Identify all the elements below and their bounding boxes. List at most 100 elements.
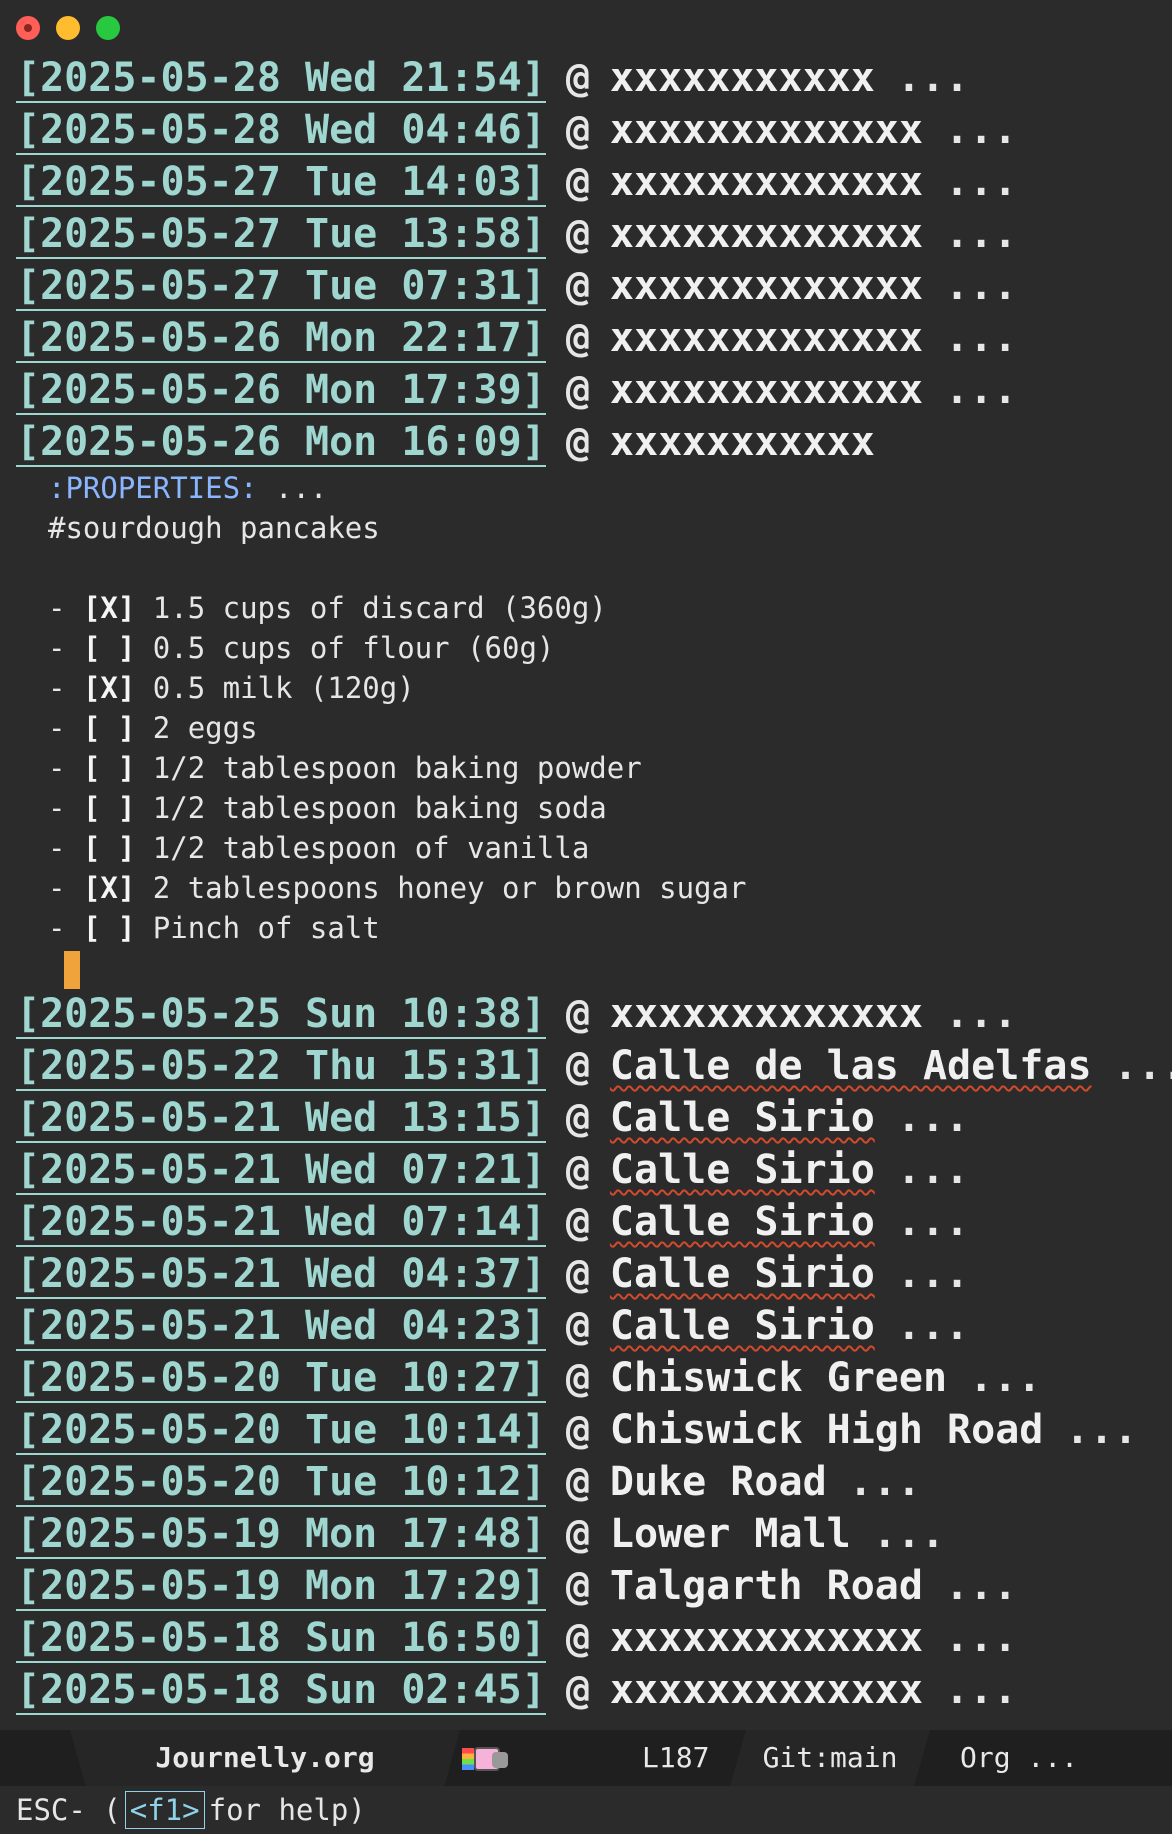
org-heading[interactable]: [2025-05-25 Sun 10:38] @ xxxxxxxxxxxxx... <box>0 988 1172 1040</box>
at-sign: @ <box>565 1563 590 1609</box>
properties-ellipsis[interactable]: ... <box>275 471 327 505</box>
heading-timestamp[interactable]: [2025-05-21 Wed 13:15] <box>16 1095 546 1143</box>
fold-ellipsis[interactable]: ... <box>897 55 969 101</box>
fold-ellipsis[interactable]: ... <box>945 211 1017 257</box>
fold-ellipsis[interactable]: ... <box>969 1355 1041 1401</box>
fold-ellipsis[interactable]: ... <box>945 1615 1017 1661</box>
fold-ellipsis[interactable]: ... <box>897 1251 969 1297</box>
checkbox[interactable]: [ ] <box>83 751 135 785</box>
org-heading[interactable]: [2025-05-28 Wed 21:54] @ xxxxxxxxxxx... <box>0 52 1172 104</box>
org-heading-open[interactable]: [2025-05-26 Mon 16:09] @ xxxxxxxxxxx <box>0 416 1172 468</box>
major-mode[interactable]: Org ... <box>960 1730 1078 1786</box>
org-heading[interactable]: [2025-05-18 Sun 16:50] @ xxxxxxxxxxxxx... <box>0 1612 1172 1664</box>
org-heading[interactable]: [2025-05-21 Wed 07:14] @ Calle Sirio... <box>0 1196 1172 1248</box>
checklist-item[interactable]: - [ ] 0.5 cups of flour (60g) <box>48 628 1172 668</box>
heading-timestamp[interactable]: [2025-05-19 Mon 17:48] <box>16 1511 546 1559</box>
heading-timestamp[interactable]: [2025-05-27 Tue 13:58] <box>16 211 546 259</box>
org-heading[interactable]: [2025-05-21 Wed 04:23] @ Calle Sirio... <box>0 1300 1172 1352</box>
fold-ellipsis[interactable]: ... <box>945 263 1017 309</box>
org-buffer[interactable]: [2025-05-28 Wed 21:54] @ xxxxxxxxxxx... [20… <box>0 52 1172 1730</box>
fold-ellipsis[interactable]: ... <box>1114 1043 1172 1089</box>
org-heading[interactable]: [2025-05-27 Tue 14:03] @ xxxxxxxxxxxxx... <box>0 156 1172 208</box>
org-heading[interactable]: [2025-05-19 Mon 17:48] @ Lower Mall... <box>0 1508 1172 1560</box>
fold-ellipsis[interactable]: ... <box>897 1147 969 1193</box>
org-heading[interactable]: [2025-05-28 Wed 04:46] @ xxxxxxxxxxxxx... <box>0 104 1172 156</box>
heading-timestamp[interactable]: [2025-05-20 Tue 10:27] <box>16 1355 546 1403</box>
fold-ellipsis[interactable]: ... <box>1065 1407 1137 1453</box>
fold-ellipsis[interactable]: ... <box>873 1511 945 1557</box>
fold-ellipsis[interactable]: ... <box>897 1303 969 1349</box>
fold-ellipsis[interactable]: ... <box>945 991 1017 1037</box>
org-heading[interactable]: [2025-05-27 Tue 07:31] @ xxxxxxxxxxxxx... <box>0 260 1172 312</box>
at-sign: @ <box>565 159 590 205</box>
minibuffer[interactable]: ESC- (<f1> for help) <box>0 1786 1172 1834</box>
fold-ellipsis[interactable]: ... <box>897 1095 969 1141</box>
heading-timestamp[interactable]: [2025-05-20 Tue 10:12] <box>16 1459 546 1507</box>
fold-ellipsis[interactable]: ... <box>945 1563 1017 1609</box>
org-heading[interactable]: [2025-05-19 Mon 17:29] @ Talgarth Road... <box>0 1560 1172 1612</box>
fold-ellipsis[interactable]: ... <box>945 367 1017 413</box>
heading-timestamp[interactable]: [2025-05-21 Wed 07:21] <box>16 1147 546 1195</box>
fold-ellipsis[interactable]: ... <box>945 159 1017 205</box>
checkbox[interactable]: [ ] <box>83 711 135 745</box>
checklist-item[interactable]: - [ ] 1/2 tablespoon baking soda <box>48 788 1172 828</box>
org-heading[interactable]: [2025-05-18 Sun 02:45] @ xxxxxxxxxxxxx... <box>0 1664 1172 1716</box>
help-key[interactable]: <f1> <box>124 1791 205 1829</box>
checklist-item[interactable]: - [X] 2 tablespoons honey or brown sugar <box>48 868 1172 908</box>
checklist-item[interactable]: - [ ] 2 eggs <box>48 708 1172 748</box>
fold-ellipsis[interactable]: ... <box>945 107 1017 153</box>
org-heading[interactable]: [2025-05-20 Tue 10:12] @ Duke Road... <box>0 1456 1172 1508</box>
checklist-item[interactable]: - [X] 0.5 milk (120g) <box>48 668 1172 708</box>
heading-timestamp[interactable]: [2025-05-28 Wed 04:46] <box>16 107 546 155</box>
fold-ellipsis[interactable]: ... <box>849 1459 921 1505</box>
org-heading[interactable]: [2025-05-21 Wed 13:15] @ Calle Sirio... <box>0 1092 1172 1144</box>
buffer-name[interactable]: Journelly.org <box>70 1730 460 1786</box>
checkbox[interactable]: [X] <box>83 591 135 625</box>
org-heading[interactable]: [2025-05-20 Tue 10:27] @ Chiswick Green... <box>0 1352 1172 1404</box>
heading-timestamp[interactable]: [2025-05-20 Tue 10:14] <box>16 1407 546 1455</box>
minimize-window-button[interactable] <box>56 16 80 40</box>
org-heading[interactable]: [2025-05-26 Mon 17:39] @ xxxxxxxxxxxxx... <box>0 364 1172 416</box>
heading-timestamp[interactable]: [2025-05-26 Mon 22:17] <box>16 315 546 363</box>
properties-label[interactable]: :PROPERTIES: <box>48 471 258 505</box>
heading-timestamp[interactable]: [2025-05-21 Wed 07:14] <box>16 1199 546 1247</box>
checklist-item[interactable]: - [ ] 1/2 tablespoon baking powder <box>48 748 1172 788</box>
checklist-item[interactable]: - [ ] Pinch of salt <box>48 908 1172 948</box>
heading-timestamp[interactable]: [2025-05-27 Tue 14:03] <box>16 159 546 207</box>
org-heading[interactable]: [2025-05-21 Wed 07:21] @ Calle Sirio... <box>0 1144 1172 1196</box>
heading-timestamp[interactable]: [2025-05-25 Sun 10:38] <box>16 991 546 1039</box>
checkbox[interactable]: [X] <box>83 671 135 705</box>
heading-timestamp[interactable]: [2025-05-21 Wed 04:23] <box>16 1303 546 1351</box>
org-heading[interactable]: [2025-05-26 Mon 22:17] @ xxxxxxxxxxxxx... <box>0 312 1172 364</box>
org-heading[interactable]: [2025-05-27 Tue 13:58] @ xxxxxxxxxxxxx... <box>0 208 1172 260</box>
heading-timestamp[interactable]: [2025-05-21 Wed 04:37] <box>16 1251 546 1299</box>
properties-drawer[interactable]: :PROPERTIES: ... <box>48 468 1172 508</box>
fold-ellipsis[interactable]: ... <box>945 315 1017 361</box>
fold-ellipsis[interactable]: ... <box>945 1667 1017 1713</box>
checkbox[interactable]: [X] <box>83 871 135 905</box>
fold-ellipsis[interactable]: ... <box>897 1199 969 1245</box>
heading-timestamp[interactable]: [2025-05-22 Thu 15:31] <box>16 1043 546 1091</box>
checklist-item[interactable]: - [X] 1.5 cups of discard (360g) <box>48 588 1172 628</box>
heading-timestamp[interactable]: [2025-05-18 Sun 02:45] <box>16 1667 546 1715</box>
at-sign: @ <box>565 1667 590 1713</box>
heading-timestamp[interactable]: [2025-05-27 Tue 07:31] <box>16 263 546 311</box>
heading-timestamp[interactable]: [2025-05-18 Sun 16:50] <box>16 1615 546 1663</box>
checkbox[interactable]: [ ] <box>83 831 135 865</box>
checkbox[interactable]: [ ] <box>83 791 135 825</box>
heading-timestamp[interactable]: [2025-05-28 Wed 21:54] <box>16 55 546 103</box>
heading-timestamp[interactable]: [2025-05-26 Mon 17:39] <box>16 367 546 415</box>
heading-timestamp[interactable]: [2025-05-26 Mon 16:09] <box>16 419 546 467</box>
org-heading[interactable]: [2025-05-20 Tue 10:14] @ Chiswick High Roa… <box>0 1404 1172 1456</box>
org-heading[interactable]: [2025-05-21 Wed 04:37] @ Calle Sirio... <box>0 1248 1172 1300</box>
at-sign: @ <box>565 419 590 465</box>
checkbox[interactable]: [ ] <box>83 631 135 665</box>
checklist-item[interactable]: - [ ] 1/2 tablespoon of vanilla <box>48 828 1172 868</box>
org-heading[interactable]: [2025-05-22 Thu 15:31] @ Calle de las Adel… <box>0 1040 1172 1092</box>
maximize-window-button[interactable] <box>96 16 120 40</box>
close-window-button[interactable] <box>16 16 40 40</box>
heading-timestamp[interactable]: [2025-05-19 Mon 17:29] <box>16 1563 546 1611</box>
vcs-branch[interactable]: Git:main <box>730 1730 930 1786</box>
list-bullet: - <box>48 631 66 665</box>
checkbox[interactable]: [ ] <box>83 911 135 945</box>
